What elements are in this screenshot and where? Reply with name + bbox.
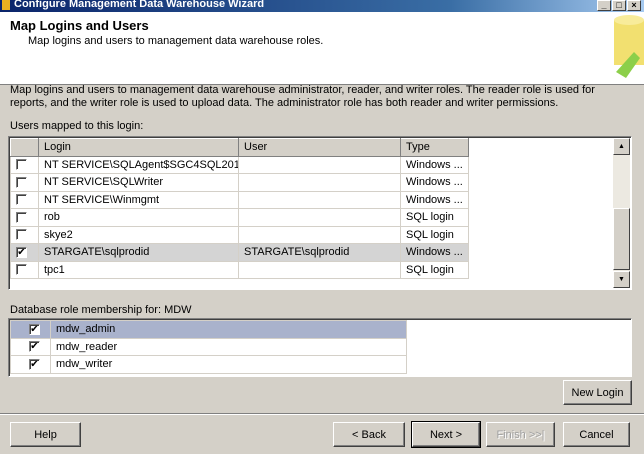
type-cell: Windows ...: [400, 173, 469, 192]
finish-button[interactable]: Finish >>|: [486, 422, 555, 447]
new-login-button[interactable]: New Login: [563, 380, 632, 405]
page-title: Map Logins and Users: [10, 18, 149, 33]
type-cell: SQL login: [400, 260, 469, 279]
type-cell: Windows ...: [400, 243, 469, 262]
user-select-cell[interactable]: [10, 225, 39, 244]
user-checkbox[interactable]: [16, 159, 27, 171]
role-select-cell[interactable]: ✔: [10, 320, 51, 339]
type-cell: SQL login: [400, 208, 469, 227]
scroll-up-button[interactable]: ▲: [613, 138, 630, 155]
user-cell: [238, 155, 401, 174]
user-select-cell[interactable]: ✔: [10, 243, 39, 262]
user-row[interactable]: skye2 SQL login: [10, 225, 469, 244]
user-select-cell[interactable]: [10, 190, 39, 209]
user-checkbox[interactable]: [16, 211, 27, 223]
user-checkbox[interactable]: [16, 176, 27, 188]
title-bar: Configure Management Data Warehouse Wiza…: [0, 0, 644, 12]
user-row[interactable]: rob SQL login: [10, 208, 469, 227]
scroll-down-button[interactable]: ▼: [613, 271, 630, 288]
role-row[interactable]: ✔ mdw_admin: [10, 320, 407, 339]
database-wizard-icon: [614, 15, 644, 78]
column-header-login[interactable]: Login: [38, 138, 239, 157]
wizard-header: Map Logins and Users Map logins and user…: [0, 12, 644, 85]
user-cell: [238, 208, 401, 227]
maximize-button[interactable]: □: [612, 0, 626, 11]
role-select-cell[interactable]: ✔: [10, 337, 51, 356]
role-membership-label: Database role membership for: MDW: [10, 304, 192, 316]
column-header-user[interactable]: User: [238, 138, 401, 157]
type-cell: Windows ...: [400, 155, 469, 174]
user-select-cell[interactable]: [10, 260, 39, 279]
roles-grid: ✔ mdw_admin ✔ mdw_reader ✔ mdw_writer: [8, 318, 632, 377]
description-text: Map logins and users to management data …: [10, 84, 595, 109]
user-cell: [238, 260, 401, 279]
role-row[interactable]: ✔ mdw_reader: [10, 337, 407, 356]
role-name: mdw_reader: [50, 337, 407, 356]
window-title: Configure Management Data Warehouse Wiza…: [14, 0, 265, 10]
user-checkbox[interactable]: [16, 264, 27, 276]
column-header-type[interactable]: Type: [400, 138, 469, 157]
column-header-select[interactable]: [10, 138, 39, 157]
role-select-cell[interactable]: ✔: [10, 355, 51, 374]
user-select-cell[interactable]: [10, 173, 39, 192]
role-row[interactable]: ✔ mdw_writer: [10, 355, 407, 374]
minimize-button[interactable]: _: [597, 0, 611, 11]
login-cell: NT SERVICE\SQLAgent$SGC4SQL2014: [38, 155, 239, 174]
user-row[interactable]: NT SERVICE\SQLWriter Windows ...: [10, 173, 469, 192]
type-cell: SQL login: [400, 225, 469, 244]
scroll-thumb[interactable]: [613, 208, 630, 270]
users-grid-scrollbar[interactable]: ▲ ▼: [613, 138, 630, 288]
type-cell: Windows ...: [400, 190, 469, 209]
users-mapped-label: Users mapped to this login:: [10, 120, 144, 132]
role-checkbox[interactable]: ✔: [29, 323, 40, 335]
role-name: mdw_admin: [50, 320, 407, 339]
close-button[interactable]: ×: [627, 0, 641, 11]
next-button[interactable]: Next >: [411, 421, 481, 448]
user-checkbox[interactable]: ✔: [16, 246, 27, 258]
login-cell: skye2: [38, 225, 239, 244]
login-cell: rob: [38, 208, 239, 227]
role-checkbox[interactable]: ✔: [29, 341, 40, 353]
user-cell: [238, 173, 401, 192]
app-icon: [2, 0, 10, 10]
login-cell: STARGATE\sqlprodid: [38, 243, 239, 262]
page-subtitle: Map logins and users to management data …: [28, 35, 324, 47]
user-select-cell[interactable]: [10, 155, 39, 174]
user-checkbox[interactable]: [16, 194, 27, 206]
user-cell: [238, 190, 401, 209]
user-checkbox[interactable]: [16, 229, 27, 241]
user-row[interactable]: tpc1 SQL login: [10, 260, 469, 279]
cancel-button[interactable]: Cancel: [563, 422, 630, 447]
users-grid: Login User Type NT SERVICE\SQLAgent$SGC4…: [8, 136, 632, 290]
user-row[interactable]: NT SERVICE\SQLAgent$SGC4SQL2014 Windows …: [10, 155, 469, 174]
user-select-cell[interactable]: [10, 208, 39, 227]
user-row[interactable]: NT SERVICE\Winmgmt Windows ...: [10, 190, 469, 209]
back-button[interactable]: < Back: [333, 422, 405, 447]
login-cell: tpc1: [38, 260, 239, 279]
user-row[interactable]: ✔ STARGATE\sqlprodid STARGATE\sqlprodid …: [10, 243, 469, 262]
role-checkbox[interactable]: ✔: [29, 358, 40, 370]
user-cell: [238, 225, 401, 244]
login-cell: NT SERVICE\Winmgmt: [38, 190, 239, 209]
help-button[interactable]: Help: [10, 422, 81, 447]
login-cell: NT SERVICE\SQLWriter: [38, 173, 239, 192]
user-cell: STARGATE\sqlprodid: [238, 243, 401, 262]
footer-divider: [0, 413, 644, 415]
role-name: mdw_writer: [50, 355, 407, 374]
